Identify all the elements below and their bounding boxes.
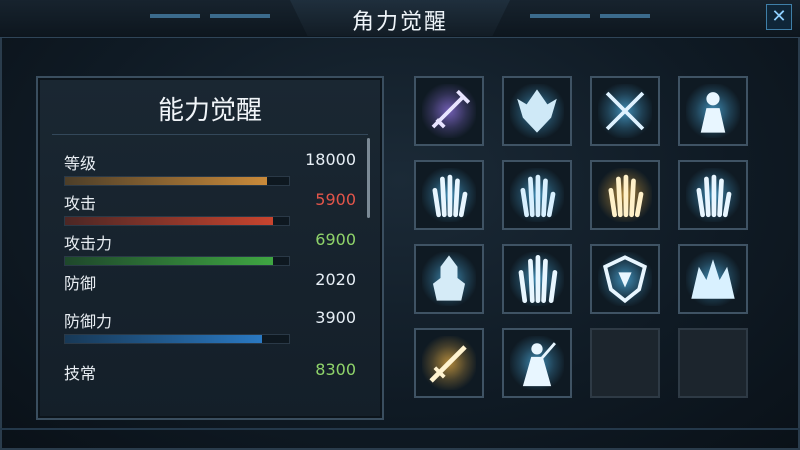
- skill-slot[interactable]: [414, 160, 484, 230]
- stats-scrollbar[interactable]: [367, 138, 370, 218]
- skill-slot[interactable]: [502, 76, 572, 146]
- skill-slot[interactable]: [502, 160, 572, 230]
- skill-slot[interactable]: [678, 160, 748, 230]
- stat-label: 攻击: [64, 194, 97, 213]
- stat-label: 攻击力: [64, 234, 113, 253]
- stat-bar: [64, 256, 290, 266]
- skill-slot[interactable]: [678, 76, 748, 146]
- close-button[interactable]: ✕: [766, 4, 792, 30]
- skill-slot[interactable]: [678, 244, 748, 314]
- stat-label: 防御力: [64, 312, 113, 331]
- bottom-divider: [0, 428, 800, 430]
- stats-panel: 能力觉醒 等级 18000 攻击 5900 攻击力 6900 防御 2020 防御力 3900 技常…: [36, 76, 384, 420]
- stats-divider: [52, 134, 368, 135]
- skill-slot[interactable]: [414, 328, 484, 398]
- stat-value: 2020: [315, 270, 356, 289]
- skill-slot[interactable]: [590, 160, 660, 230]
- stat-label: 技常: [64, 364, 97, 383]
- stat-bar: [64, 176, 290, 186]
- stats-title: 能力觉醒: [157, 96, 262, 126]
- title-decoration-right: [600, 14, 650, 18]
- title-decoration-left: [150, 14, 200, 18]
- stat-bar: [64, 216, 290, 226]
- stat-value: 8300: [315, 360, 356, 379]
- skill-slot[interactable]: [502, 328, 572, 398]
- stat-value: 5900: [315, 190, 356, 209]
- stat-bar-fill: [65, 257, 274, 265]
- skill-slot[interactable]: [414, 76, 484, 146]
- title-decoration-right: [530, 14, 590, 18]
- window-title: 角力觉醒: [351, 10, 448, 35]
- stat-label: 等级: [64, 154, 97, 173]
- empty-skill-slot: [678, 328, 748, 398]
- skill-slot[interactable]: [590, 76, 660, 146]
- stat-bar: [64, 334, 290, 344]
- title-decoration-left: [210, 14, 270, 18]
- empty-skill-slot: [590, 328, 660, 398]
- skill-slot[interactable]: [502, 244, 572, 314]
- skill-slot[interactable]: [414, 244, 484, 314]
- stat-bar-fill: [65, 335, 263, 343]
- stat-value: 3900: [315, 308, 356, 327]
- stat-value: 6900: [315, 230, 356, 249]
- skill-slot[interactable]: [590, 244, 660, 314]
- stat-label: 防御: [64, 274, 97, 293]
- stat-bar-fill: [65, 217, 274, 225]
- stat-bar-fill: [65, 177, 267, 185]
- stat-value: 18000: [305, 150, 356, 169]
- close-icon: ✕: [771, 6, 787, 27]
